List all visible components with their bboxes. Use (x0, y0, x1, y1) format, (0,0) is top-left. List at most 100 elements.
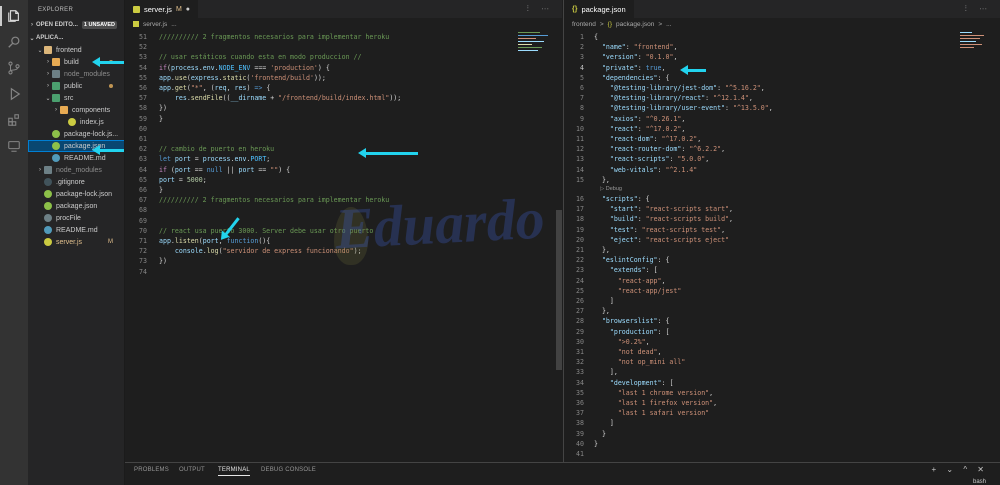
code-line[interactable]: 64 if (port == null || port == "") { (125, 165, 562, 175)
code-line[interactable]: 32 "not op_mini all" (564, 357, 1000, 367)
code-line[interactable]: 21 }, (564, 245, 1000, 255)
tree-file[interactable]: procFile (28, 212, 124, 224)
code-line[interactable]: 57 res.sendFile((__dirname + "/frontend/… (125, 93, 562, 103)
code-line[interactable]: 27 }, (564, 306, 1000, 316)
tree-folder[interactable]: › public (28, 80, 124, 92)
line-number: 33 (576, 368, 584, 377)
panel-tab-debug-console[interactable]: DEBUG CONSOLE (261, 467, 316, 473)
source-control-icon[interactable] (7, 61, 21, 75)
code-line[interactable]: 8 "@testing-library/user-event": "^13.5.… (564, 103, 1000, 113)
tree-file[interactable]: package-lock.js... (28, 128, 124, 140)
code-line[interactable]: 36 "last 1 firefox version", (564, 398, 1000, 408)
code-line[interactable]: 30 ">0.2%", (564, 337, 1000, 347)
code-line[interactable]: 12 "react-router-dom": "^6.2.2", (564, 144, 1000, 154)
tree-file[interactable]: README.md (28, 152, 124, 164)
tab-package-json[interactable]: {} package.json (564, 0, 634, 18)
code-line[interactable]: 14 "web-vitals": "^2.1.4" (564, 165, 1000, 175)
run-debug-icon[interactable] (7, 87, 21, 101)
tree-file[interactable]: .gitignore (28, 176, 124, 188)
project-section[interactable]: ⌄ APLICA... (28, 32, 124, 44)
files-icon[interactable] (7, 9, 21, 23)
tree-folder[interactable]: › node_modules (28, 164, 124, 176)
breadcrumb-item[interactable]: package.json (616, 21, 654, 28)
code-line[interactable]: 61 (125, 134, 562, 144)
panel-tab-terminal[interactable]: TERMINAL (218, 467, 250, 476)
editor-actions-right[interactable]: ⫶ ⋯ (965, 4, 992, 14)
remote-explorer-icon[interactable] (7, 139, 21, 153)
code-line[interactable]: 74 (125, 267, 562, 277)
breadcrumb-item[interactable]: ... (666, 21, 671, 28)
code-line[interactable]: 9 "axios": "^0.26.1", (564, 114, 1000, 124)
code-line[interactable]: 2 "name": "frontend", (564, 42, 1000, 52)
code-line[interactable]: 34 "development": [ (564, 378, 1000, 388)
minimap-left[interactable] (518, 30, 552, 56)
code-line[interactable]: 31 "not dead", (564, 347, 1000, 357)
breadcrumb-item[interactable]: ... (171, 21, 176, 28)
tree-folder[interactable]: ⌄ frontend (28, 44, 124, 56)
code-line[interactable]: 38 ] (564, 418, 1000, 428)
code-line[interactable]: 28 "browserslist": { (564, 316, 1000, 326)
tree-file[interactable]: package.json (28, 200, 124, 212)
code-line[interactable]: 11 "react-dom": "^17.0.2", (564, 134, 1000, 144)
code-line[interactable]: 51 ////////// 2 fragmentos necesarios par… (125, 32, 562, 42)
code-line[interactable]: 15 }, (564, 175, 1000, 185)
unsaved-dot-icon[interactable]: ● (186, 6, 190, 13)
code-line[interactable]: 20 "eject": "react-scripts eject" (564, 235, 1000, 245)
code-line[interactable]: 1{ (564, 32, 1000, 42)
code-line[interactable]: 4 "private": true, (564, 63, 1000, 73)
panel-actions[interactable]: + ⌄ ^ ✕ (932, 465, 989, 474)
tree-folder[interactable]: ⌄ src (28, 92, 124, 104)
code-line[interactable]: 25 "react-app/jest" (564, 286, 1000, 296)
code-line[interactable]: 35 "last 1 chrome version", (564, 388, 1000, 398)
code-line[interactable]: 17 "start": "react-scripts start", (564, 204, 1000, 214)
code-line[interactable]: 37 "last 1 safari version" (564, 408, 1000, 418)
panel-tab-problems[interactable]: PROBLEMS (134, 467, 169, 473)
code-line[interactable]: 13 "react-scripts": "5.0.0", (564, 154, 1000, 164)
code-line[interactable]: 40} (564, 439, 1000, 449)
code-line[interactable]: 41 (564, 449, 1000, 459)
panel-tab-output[interactable]: OUTPUT (179, 467, 205, 473)
code-line[interactable]: 53 // usar estáticos cuando esta en modo … (125, 52, 562, 62)
terminal-shell-label[interactable]: bash (973, 479, 986, 485)
code-line[interactable]: 3 "version": "0.1.0", (564, 52, 1000, 62)
tree-file[interactable]: README.md (28, 224, 124, 236)
extensions-icon[interactable] (7, 113, 21, 127)
code-line[interactable]: 24 "react-app", (564, 276, 1000, 286)
code-line[interactable]: 16 "scripts": { (564, 194, 1000, 204)
code-line[interactable]: 65 port = 5000; (125, 175, 562, 185)
code-line[interactable]: 62 // cambio de puerto en heroku (125, 144, 562, 154)
minimap-right[interactable] (960, 30, 990, 56)
code-line[interactable]: 29 "production": [ (564, 327, 1000, 337)
code-line[interactable]: 54 if(process.env.NODE_ENV === 'productio… (125, 63, 562, 73)
tree-folder[interactable]: › node_modules (28, 68, 124, 80)
open-editors-section[interactable]: › OPEN EDITO... 1 UNSAVED (28, 19, 124, 31)
code-line[interactable]: 22 "eslintConfig": { (564, 255, 1000, 265)
code-line[interactable]: 56 app.get("*", (req, res) => { (125, 83, 562, 93)
code-line[interactable]: 23 "extends": [ (564, 265, 1000, 275)
vertical-scrollbar[interactable] (556, 210, 562, 370)
tree-file[interactable]: index.js (28, 116, 124, 128)
code-line[interactable]: 5 "dependencies": { (564, 73, 1000, 83)
code-line[interactable]: 18 "build": "react-scripts build", (564, 214, 1000, 224)
code-line[interactable]: 10 "react": "^17.0.2", (564, 124, 1000, 134)
tree-file[interactable]: server.js M (28, 236, 124, 248)
code-line[interactable]: 33 ], (564, 367, 1000, 377)
code-line[interactable]: 55 app.use(express.static('frontend/build… (125, 73, 562, 83)
code-line[interactable]: 6 "@testing-library/jest-dom": "^5.16.2"… (564, 83, 1000, 93)
code-line[interactable]: 63 let port = process.env.PORT; (125, 154, 562, 164)
code-line[interactable]: 60 (125, 124, 562, 134)
tree-file[interactable]: package-lock.json (28, 188, 124, 200)
breadcrumb-item[interactable]: server.js (143, 21, 167, 28)
breadcrumb-item[interactable]: frontend (572, 21, 596, 28)
tree-folder[interactable]: › components (28, 104, 124, 116)
search-icon[interactable] (7, 35, 21, 49)
editor-actions-left[interactable]: ⫶ ⋯ (527, 4, 554, 14)
code-line[interactable]: 39 } (564, 429, 1000, 439)
code-line[interactable]: 59} (125, 114, 562, 124)
code-line[interactable]: 7 "@testing-library/react": "^12.1.4", (564, 93, 1000, 103)
code-line[interactable]: 52 (125, 42, 562, 52)
tab-server-js[interactable]: server.js M ● (125, 0, 199, 18)
code-line[interactable]: 58}) (125, 103, 562, 113)
code-line[interactable]: 26 ] (564, 296, 1000, 306)
code-line[interactable]: 19 "test": "react-scripts test", (564, 225, 1000, 235)
